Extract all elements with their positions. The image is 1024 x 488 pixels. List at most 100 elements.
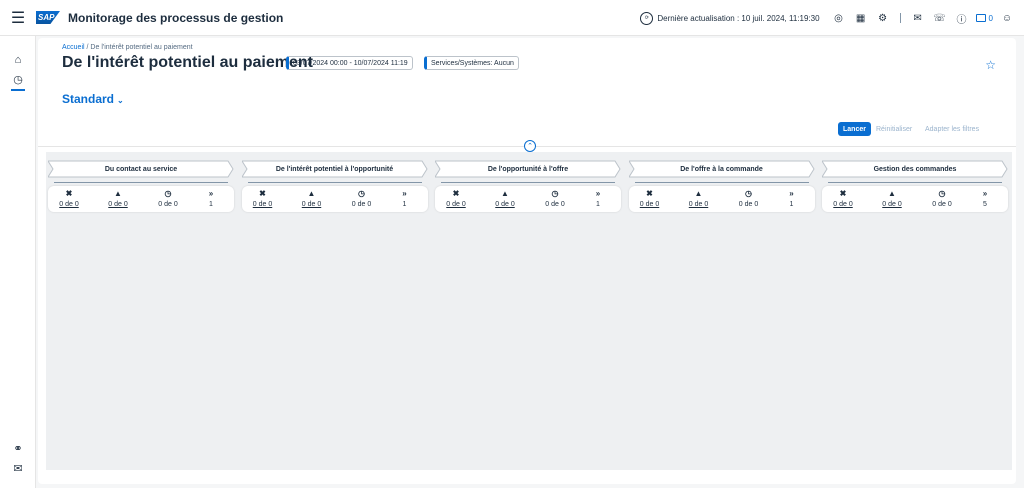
kpi-ok: ◷ 0 de 0 xyxy=(732,189,766,208)
warning-icon: ▲ xyxy=(888,189,896,198)
variant-selector[interactable]: Standard ⌄ xyxy=(62,92,124,106)
stage-kpi-card: ✖ 0 de 0 ▲ 0 de 0 ◷ 0 de 0 » 1 xyxy=(628,186,815,212)
kpi-total[interactable]: » 1 xyxy=(775,189,809,208)
stage-header[interactable]: De l'opportunité à l'offre xyxy=(435,160,621,178)
notification-count: 0 xyxy=(988,13,993,23)
process-stage[interactable]: De l'intérêt potentiel à l'opportunité ✖ 0… xyxy=(241,160,428,212)
stage-header[interactable]: De l'offre à la commande xyxy=(628,160,815,178)
separator xyxy=(899,13,901,23)
page-title: De l'intérêt potentiel au paiement xyxy=(62,54,313,71)
breadcrumb-home[interactable]: Accueil xyxy=(62,44,85,51)
clock-icon: ◷ xyxy=(938,189,946,198)
app-title[interactable]: Monitorage des processus de gestion xyxy=(68,11,283,25)
process-monitor-icon[interactable]: ◷ xyxy=(10,71,26,87)
help-icon[interactable]: ⓘ xyxy=(952,8,972,28)
kpi-warnings[interactable]: ▲ 0 de 0 xyxy=(875,189,909,208)
kpi-errors[interactable]: ✖ 0 de 0 xyxy=(52,189,86,208)
kpi-warnings[interactable]: ▲ 0 de 0 xyxy=(101,189,135,208)
reset-button[interactable]: Réinitialiser xyxy=(876,122,912,136)
kpi-total-value: 1 xyxy=(789,201,794,208)
refresh-text: Dernière actualisation : 10 juil. 2024, … xyxy=(657,13,820,23)
process-stage[interactable]: De l'offre à la commande ✖ 0 de 0 ▲ 0 de 0 ◷ 0… xyxy=(628,160,815,212)
target-icon[interactable]: ◎ xyxy=(829,8,849,28)
kpi-warnings[interactable]: ▲ 0 de 0 xyxy=(488,189,522,208)
kpi-errors-value[interactable]: 0 de 0 xyxy=(633,201,667,208)
process-stage[interactable]: De l'opportunité à l'offre ✖ 0 de 0 ▲ 0 de 0… xyxy=(435,160,621,212)
settings-icon[interactable]: ⚙ xyxy=(873,8,893,28)
kpi-ok-value: 0 de 0 xyxy=(351,201,372,208)
clock-icon: ◷ xyxy=(164,189,172,198)
warning-icon: ▲ xyxy=(694,189,703,198)
services-chip[interactable]: Services/Systèmes: Aucun xyxy=(424,56,519,70)
kpi-warnings-value[interactable]: 0 de 0 xyxy=(682,201,716,208)
stage-label: De l'intérêt potentiel à l'opportunité xyxy=(275,165,394,173)
stage-header[interactable]: De l'intérêt potentiel à l'opportunité xyxy=(241,160,428,178)
adapt-filters-button[interactable]: Adapter les filtres xyxy=(925,122,979,136)
menu-icon[interactable]: ☰ xyxy=(0,0,36,36)
variant-label: Standard xyxy=(62,92,115,106)
process-stage[interactable]: Du contact au service ✖ 0 de 0 ▲ 0 de 0 ◷ 0 de… xyxy=(48,160,234,212)
kpi-total[interactable]: » 5 xyxy=(968,189,1002,208)
stage-divider xyxy=(634,182,809,183)
kpi-total[interactable]: » 1 xyxy=(388,189,422,208)
link-icon[interactable]: ⚭ xyxy=(10,440,26,456)
kpi-errors-value[interactable]: 0 de 0 xyxy=(246,201,280,208)
feedback-icon[interactable]: ✉ xyxy=(908,8,928,28)
double-chevron-icon: » xyxy=(402,189,407,198)
kpi-errors-value[interactable]: 0 de 0 xyxy=(52,201,86,208)
kpi-errors[interactable]: ✖ 0 de 0 xyxy=(246,189,280,208)
error-icon: ✖ xyxy=(646,189,653,198)
process-stage[interactable]: Gestion des commandes ✖ 0 de 0 ▲ 0 de 0 ◷ 0 de… xyxy=(822,160,1008,212)
stage-kpi-card: ✖ 0 de 0 ▲ 0 de 0 ◷ 0 de 0» 1 xyxy=(241,186,428,212)
stage-divider xyxy=(247,182,422,183)
kpi-total-value: 1 xyxy=(596,201,600,208)
user-icon[interactable]: ☺ xyxy=(997,8,1017,28)
kpi-warnings-value[interactable]: 0 de 0 xyxy=(101,201,135,208)
stage-divider xyxy=(441,182,615,183)
stage-header[interactable]: Du contact au service xyxy=(48,160,234,178)
kpi-errors[interactable]: ✖ 0 de 0 xyxy=(633,189,667,208)
mail-icon[interactable]: ✉ xyxy=(10,460,26,476)
main-content: Accueil / De l'intérêt potentiel au paie… xyxy=(38,38,1016,484)
stage-header[interactable]: Gestion des commandes xyxy=(822,160,1008,178)
kpi-warnings[interactable]: ▲ 0 de 0 xyxy=(682,189,716,208)
kpi-warnings-value[interactable]: 0 de 0 xyxy=(295,201,329,208)
headset-icon[interactable]: ☏ xyxy=(930,8,950,28)
stage-kpi-card: ✖ 0 de 0 ▲ 0 de 0 ◷ 0 de 0» 1 xyxy=(435,186,621,212)
active-indicator xyxy=(11,89,25,91)
double-chevron-icon: » xyxy=(595,189,601,198)
stage-divider xyxy=(54,182,228,183)
refresh-icon[interactable]: ⟳ xyxy=(640,11,654,25)
favorite-star-icon[interactable]: ☆ xyxy=(985,58,996,72)
error-icon: ✖ xyxy=(259,189,266,198)
kpi-errors-value[interactable]: 0 de 0 xyxy=(826,201,860,208)
kpi-errors[interactable]: ✖ 0 de 0 xyxy=(826,189,860,208)
error-icon: ✖ xyxy=(839,189,847,198)
go-button[interactable]: Lancer xyxy=(838,122,871,136)
collapse-header-button[interactable]: ⌃ xyxy=(524,140,536,152)
kpi-errors-value[interactable]: 0 de 0 xyxy=(439,201,473,208)
side-navigation: ⌂ ◷ ⚭ ✉ xyxy=(0,36,36,488)
kpi-ok-value: 0 de 0 xyxy=(158,201,178,208)
kpi-total[interactable]: » 1 xyxy=(194,189,228,208)
stage-label: De l'opportunité à l'offre xyxy=(487,165,569,173)
warning-icon: ▲ xyxy=(501,189,509,198)
kpi-warnings[interactable]: ▲ 0 de 0 xyxy=(295,189,329,208)
stage-label: De l'offre à la commande xyxy=(680,165,763,173)
kpi-errors[interactable]: ✖ 0 de 0 xyxy=(439,189,473,208)
kpi-total[interactable]: » 1 xyxy=(581,189,615,208)
kpi-warnings-value[interactable]: 0 de 0 xyxy=(875,201,909,208)
home-icon[interactable]: ⌂ xyxy=(10,52,26,68)
clock-icon: ◷ xyxy=(551,189,559,198)
calendar-icon[interactable]: ▦ xyxy=(851,8,871,28)
date-range-chip[interactable]: 03/07/2024 00:00 - 10/07/2024 11:19 xyxy=(286,56,413,70)
kpi-warnings-value[interactable]: 0 de 0 xyxy=(488,201,522,208)
stage-label: Du contact au service xyxy=(104,165,178,173)
last-refresh: ⟳ Dernière actualisation : 10 juil. 2024… xyxy=(640,11,820,25)
kpi-total-value: 1 xyxy=(402,201,407,208)
notifications-button[interactable]: 0 xyxy=(975,13,993,23)
error-icon: ✖ xyxy=(65,189,73,198)
kpi-ok: ◷ 0 de 0 xyxy=(151,189,185,208)
stage-kpi-card: ✖ 0 de 0 ▲ 0 de 0 ◷ 0 de 0» 1 xyxy=(48,186,234,212)
sap-logo[interactable]: SAP xyxy=(36,11,60,24)
